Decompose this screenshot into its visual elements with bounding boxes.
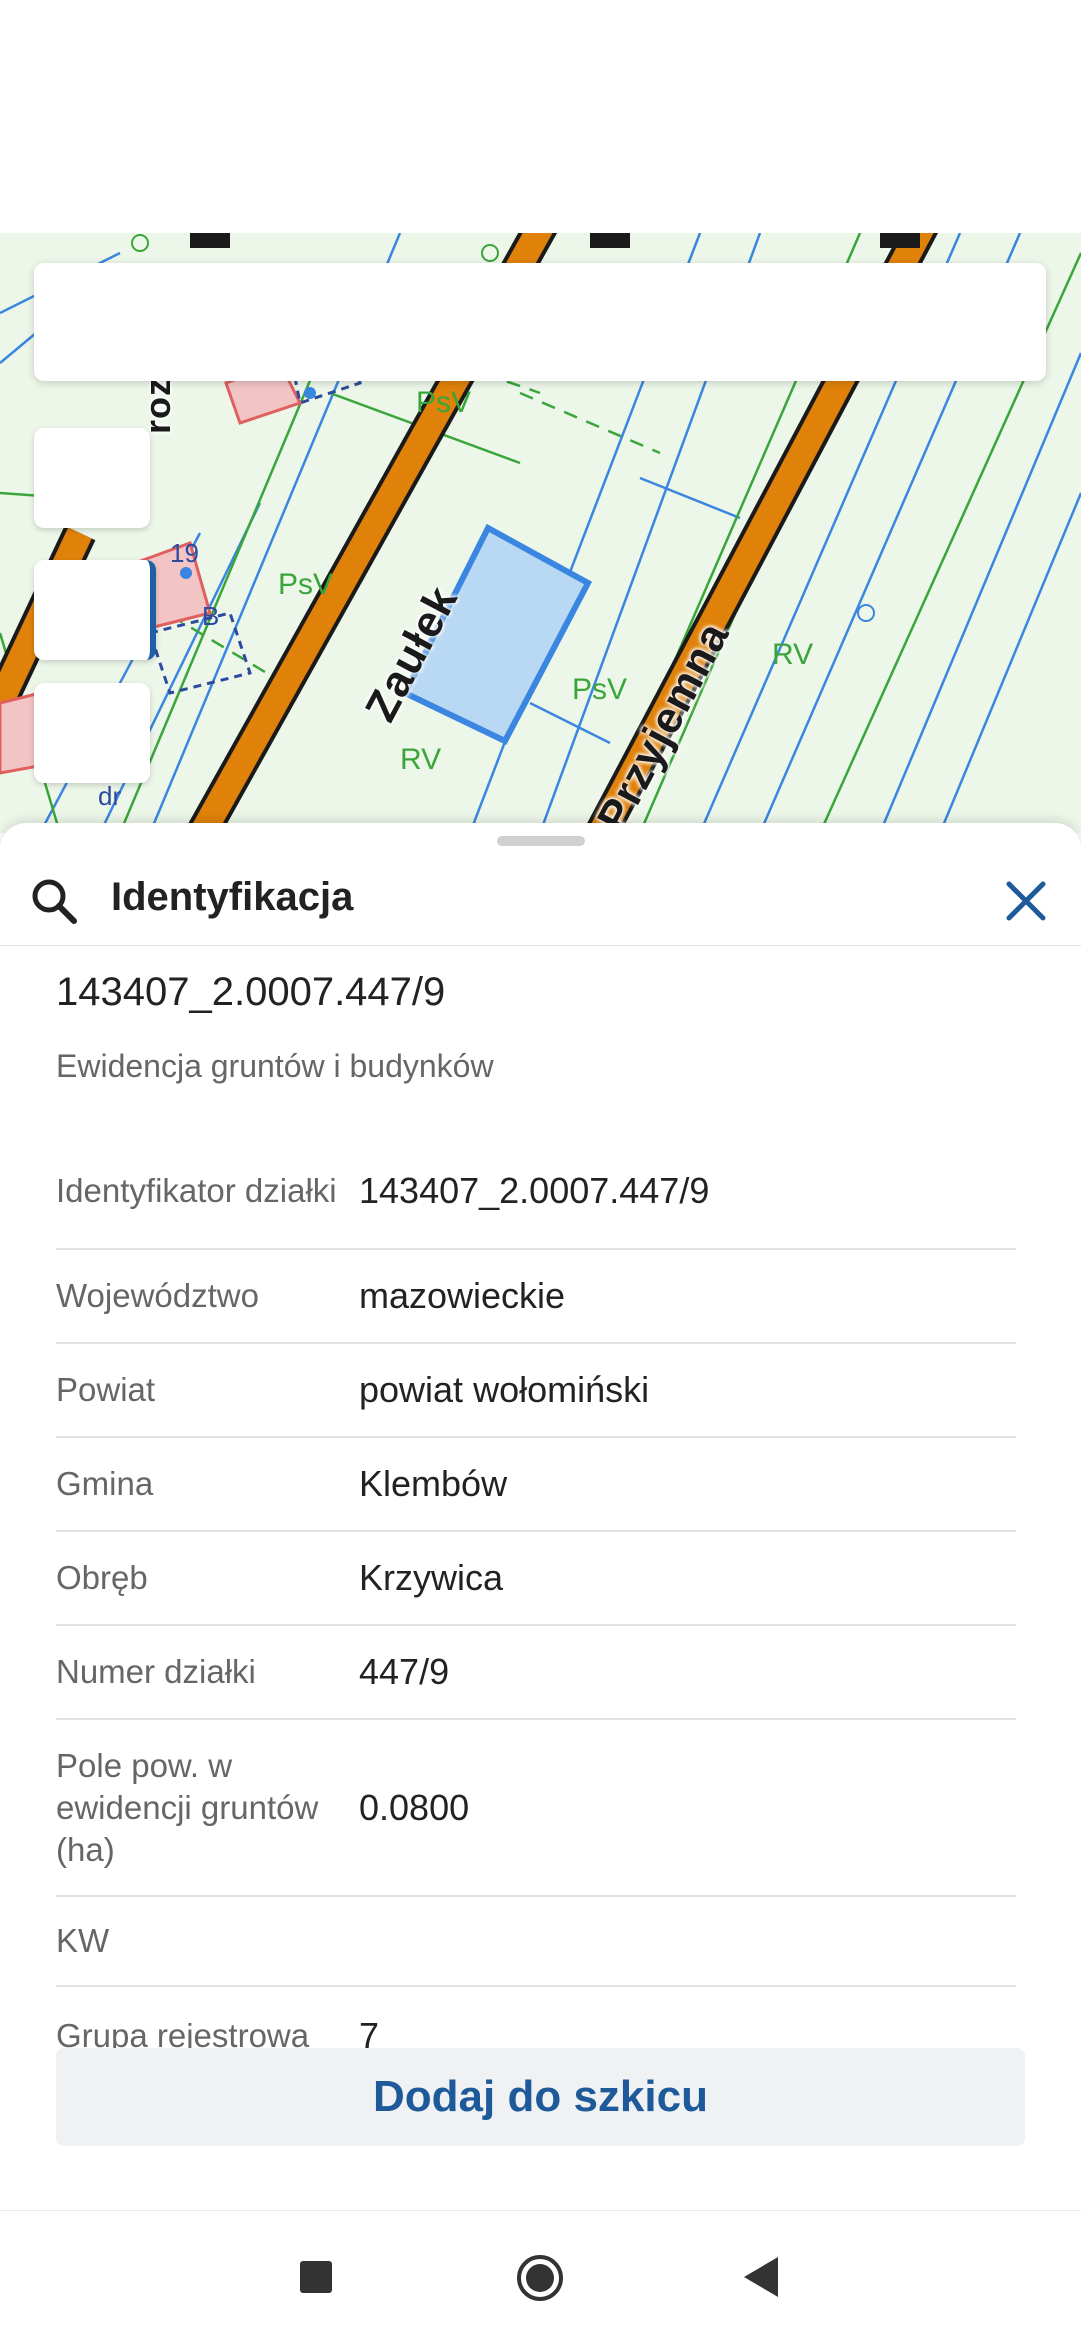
map-label-road-partial: roz (137, 377, 178, 434)
map-label-partial: dr (98, 781, 122, 811)
attribute-value: mazowieckie (359, 1275, 566, 1316)
attribute-value: 447/9 (359, 1651, 450, 1692)
map-control-button[interactable] (34, 683, 150, 783)
parcel-id-heading: 143407_2.0007.447/9 (56, 970, 446, 1014)
map-control-button[interactable] (34, 428, 150, 528)
attribute-value: 0.0800 (359, 1786, 470, 1828)
map-label-psv: PsV (572, 673, 628, 706)
identification-sheet: Identyfikacja 143407_2.0007.447/9 Ewiden… (0, 823, 1081, 2210)
attribute-row: Obręb Krzywica (56, 1532, 1016, 1626)
attribute-table: Identyfikator działki 143407_2.0007.447/… (56, 1133, 1016, 2057)
map-label-rv: RV (772, 638, 814, 671)
attribute-label: Pole pow. w ewidencji gruntów (ha) (56, 1746, 319, 1868)
search-icon (32, 879, 77, 924)
square-icon[interactable] (300, 2261, 332, 2293)
attribute-label: Obręb (56, 1559, 148, 1596)
sheet-header: Identyfikacja (0, 853, 1081, 946)
attribute-row: Identyfikator działki 143407_2.0007.447/… (56, 1133, 1016, 1250)
attribute-row: KW (56, 1897, 1016, 1987)
system-nav-bar (0, 2210, 1081, 2341)
attribute-row: Pole pow. w ewidencji gruntów (ha) 0.080… (56, 1720, 1016, 1897)
attribute-value: Krzywica (359, 1557, 504, 1598)
circle-icon[interactable] (515, 2253, 565, 2303)
map-label-rv: RV (400, 743, 442, 776)
triangle-back-icon[interactable] (742, 2255, 780, 2299)
map-search-bar[interactable] (34, 263, 1046, 381)
map-label-psv: PsV (416, 386, 472, 419)
attribute-value: Klembów (359, 1463, 508, 1504)
add-to-sketch-button[interactable]: Dodaj do szkicu (56, 2048, 1025, 2146)
close-icon[interactable] (1000, 875, 1052, 927)
attribute-value: 143407_2.0007.447/9 (359, 1169, 710, 1211)
map-layer-button[interactable] (34, 560, 156, 660)
map-label-house-number: 19 (170, 538, 199, 568)
attribute-value: powiat wołomiński (359, 1369, 650, 1410)
attribute-row: Numer działki 447/9 (56, 1626, 1016, 1720)
attribute-label: KW (56, 1922, 110, 1959)
attribute-label: Gmina (56, 1465, 154, 1502)
attribute-label: Numer działki (56, 1653, 256, 1690)
map-label-b: B (202, 601, 220, 631)
parcel-source-subtitle: Ewidencja gruntów i budynków (56, 1048, 494, 1084)
status-bar-area (0, 0, 1081, 233)
attribute-label: Województwo (56, 1277, 259, 1314)
sheet-title: Identyfikacja (111, 875, 354, 919)
attribute-row: Województwo mazowieckie (56, 1250, 1016, 1344)
map-label-psv: PsV (278, 568, 334, 601)
attribute-label: Powiat (56, 1371, 156, 1408)
attribute-row: Gmina Klembów (56, 1438, 1016, 1532)
attribute-row: Powiat powiat wołomiński (56, 1344, 1016, 1438)
attribute-label: Identyfikator działki (56, 1171, 337, 1209)
drag-handle[interactable] (497, 836, 585, 846)
attribute-row: Grupa rejestrowa 7 (56, 1987, 1016, 2057)
